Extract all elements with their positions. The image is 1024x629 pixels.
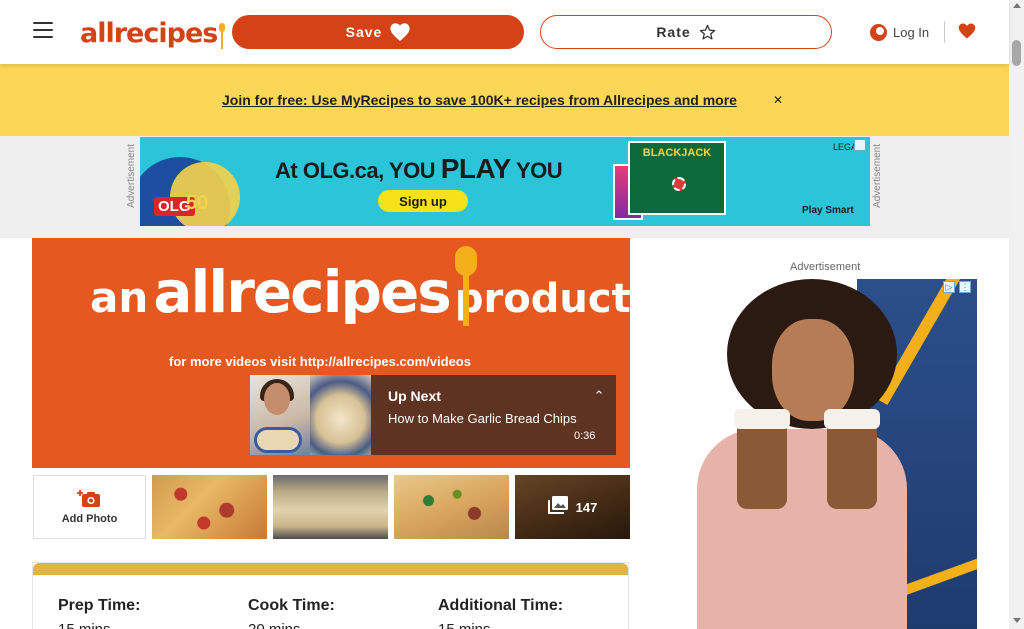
photo-count: 147	[575, 499, 598, 515]
save-label: Save	[345, 24, 383, 40]
login-label: Log In	[893, 24, 930, 40]
scroll-up-arrow-icon[interactable]	[1013, 3, 1021, 8]
thumb-face	[264, 383, 290, 415]
video-text-an: an	[90, 273, 149, 322]
ad-game-label: BLACKJACK	[642, 147, 712, 159]
heart-icon	[390, 23, 410, 41]
recipe-photo[interactable]	[273, 475, 388, 539]
up-next-duration: 0:36	[574, 430, 596, 442]
right-ad-label: Advertisement	[790, 261, 861, 273]
scrollbar-thumb[interactable]	[1012, 40, 1021, 66]
recipe-photo[interactable]	[394, 475, 509, 539]
adchoices-icon[interactable]	[854, 139, 866, 151]
scroll-down-arrow-icon[interactable]	[1013, 618, 1021, 623]
rate-button[interactable]: Rate	[540, 15, 832, 49]
video-title-line: an allrecipes production	[90, 258, 630, 326]
prep-time-value: 15 mins	[58, 621, 111, 629]
video-text-brand: allrecipes	[153, 258, 451, 326]
additional-time-value: 15 mins	[438, 621, 491, 629]
allrecipes-logo[interactable]: allrecipes	[80, 17, 226, 49]
rate-label: Rate	[656, 24, 691, 40]
user-icon	[870, 23, 887, 41]
promo-banner: Join for free: Use MyRecipes to save 100…	[0, 64, 1009, 136]
ad-label-right: Advertisement	[872, 144, 883, 208]
recipe-photo[interactable]	[152, 475, 267, 539]
video-text-production: production	[454, 276, 630, 322]
prep-time-label: Prep Time:	[58, 597, 141, 614]
gallery-icon	[547, 495, 568, 519]
promo-close-icon[interactable]: ✕	[772, 93, 784, 107]
promo-link[interactable]: Join for free: Use MyRecipes to save 100…	[222, 92, 737, 108]
menu-icon[interactable]	[33, 22, 53, 38]
up-next-title[interactable]: How to Make Garlic Bread Chips	[388, 411, 577, 426]
ad-headline: At OLG.ca, YOU PLAY YOU	[275, 153, 563, 185]
right-rail-ad[interactable]: ▷ ⋮	[677, 279, 977, 629]
top-banner-ad[interactable]: OLG 50 At OLG.ca, YOU PLAY YOU Sign up B…	[140, 137, 870, 226]
ad-menu-icon[interactable]: ⋮	[959, 281, 971, 293]
ad-blackjack-graphic: BLACKJACK	[628, 141, 726, 215]
site-header: allrecipes Save Rate Log In	[0, 0, 1009, 64]
thumb-dish	[310, 375, 371, 455]
video-subtitle: for more videos visit http://allrecipes.…	[169, 354, 471, 369]
ad-headline-big: PLAY	[440, 153, 512, 184]
chip-icon	[672, 177, 686, 191]
up-next-label: Up Next	[388, 388, 441, 404]
add-photo-button[interactable]: Add Photo	[33, 475, 146, 539]
thumb-bowl	[254, 427, 302, 453]
add-photo-label: Add Photo	[61, 513, 118, 525]
up-next-close-icon[interactable]: ⌃	[589, 388, 609, 404]
adchoices-icon[interactable]: ▷	[943, 281, 955, 293]
photo-count-overlay: 147	[515, 475, 630, 539]
spoon-icon	[219, 23, 226, 49]
star-icon	[699, 24, 716, 41]
coffee-cup-icon	[734, 409, 790, 509]
saved-recipes-heart-icon[interactable]	[958, 22, 976, 40]
page: allrecipes Save Rate Log In Join for fre…	[0, 0, 1024, 629]
ad-anniversary: 50	[186, 192, 209, 214]
ad-label-left: Advertisement	[126, 144, 137, 208]
spoon-icon	[455, 246, 477, 326]
logo-text: allrecipes	[80, 18, 218, 49]
coffee-cup-icon	[824, 409, 880, 509]
ad-signup-button[interactable]: Sign up	[378, 190, 468, 212]
up-next-thumbnail[interactable]	[250, 375, 371, 455]
add-camera-icon	[76, 489, 103, 509]
ad-headline-post: YOU	[510, 158, 563, 183]
more-photos-button[interactable]: 147	[515, 475, 630, 539]
ad-headline-pre: At OLG.ca, YOU	[275, 158, 441, 183]
ad-tagline: Play Smart	[802, 205, 854, 216]
thumb-person	[250, 375, 310, 455]
recipe-details: Prep Time: 15 mins Cook Time: 20 mins Ad…	[32, 562, 629, 629]
scrollbar[interactable]	[1009, 0, 1024, 629]
additional-time-label: Additional Time:	[438, 597, 564, 614]
header-divider	[944, 21, 945, 43]
details-accent-bar	[33, 563, 628, 575]
ad-controls[interactable]: ▷ ⋮	[943, 281, 971, 293]
login-link[interactable]: Log In	[870, 22, 929, 42]
cook-time-label: Cook Time:	[248, 597, 335, 614]
save-button[interactable]: Save	[232, 15, 524, 49]
cook-time-value: 20 mins	[248, 621, 301, 629]
ad-graphic	[772, 319, 854, 421]
